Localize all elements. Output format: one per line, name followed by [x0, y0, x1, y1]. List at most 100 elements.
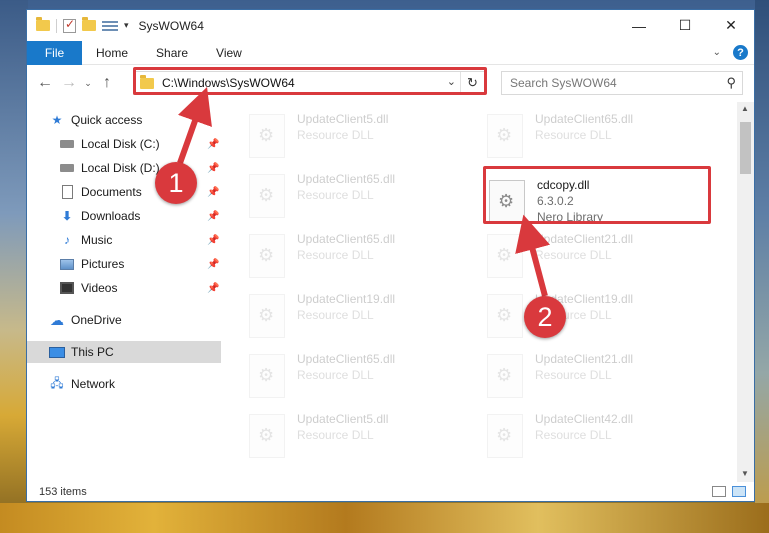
videos-icon	[59, 281, 75, 295]
search-icon[interactable]: ⚲	[726, 75, 736, 91]
cloud-icon: ☁	[50, 311, 64, 328]
sidebar-item-label: Local Disk (C:)	[81, 137, 160, 151]
window-title: SysWOW64	[138, 18, 204, 33]
file-name: UpdateClient65.dll	[297, 232, 396, 246]
list-item[interactable]: UpdateClient65.dll Resource DLL	[249, 352, 479, 402]
list-item[interactable]: UpdateClient21.dll Resource DLL	[487, 232, 717, 282]
new-folder-icon[interactable]	[82, 17, 96, 31]
sidebar-item-label: This PC	[71, 345, 114, 359]
dll-file-icon	[249, 414, 285, 458]
star-icon: ★	[51, 113, 63, 127]
file-name: UpdateClient42.dll	[535, 412, 634, 426]
forward-arrow-icon[interactable]: →	[57, 74, 81, 92]
folder-icon	[36, 17, 50, 31]
pin-icon[interactable]: 📌	[207, 235, 219, 246]
qat-dropdown-icon[interactable]: ▾	[124, 20, 129, 31]
sidebar-item-this-pc[interactable]: This PC	[27, 341, 221, 363]
ribbon-right-controls: ⌄ ?	[713, 45, 748, 60]
dll-file-icon	[249, 234, 285, 278]
sidebar-item-downloads[interactable]: ⬇ Downloads 📌	[27, 205, 221, 227]
dll-file-icon	[487, 414, 523, 458]
file-description: Resource DLL	[535, 428, 612, 442]
file-description: Resource DLL	[535, 368, 612, 382]
address-bar-highlight	[133, 67, 487, 95]
customize-toolbar-icon[interactable]	[102, 19, 118, 32]
close-button[interactable]: ✕	[708, 10, 754, 41]
large-icons-view-icon[interactable]	[732, 486, 746, 497]
sidebar-item-quick-access[interactable]: ★ Quick access	[27, 109, 221, 131]
sidebar-item-label: Documents	[81, 185, 142, 199]
file-description: Resource DLL	[535, 128, 612, 142]
sidebar-item-videos[interactable]: Videos 📌	[27, 277, 221, 299]
desktop-background-left	[0, 0, 28, 533]
list-item[interactable]: UpdateClient5.dll Resource DLL	[249, 412, 479, 462]
search-box[interactable]: Search SysWOW64 ⚲	[501, 71, 743, 95]
expand-ribbon-icon[interactable]: ⌄	[713, 47, 721, 58]
vertical-scrollbar[interactable]: ▲ ▼	[737, 102, 754, 482]
tab-view[interactable]: View	[202, 46, 256, 60]
sidebar-item-label: Network	[71, 377, 116, 391]
music-icon: ♪	[64, 233, 70, 247]
scroll-up-icon[interactable]: ▲	[741, 104, 749, 113]
sidebar-item-music[interactable]: ♪ Music 📌	[27, 229, 221, 251]
minimize-button[interactable]: —	[616, 10, 662, 41]
details-view-icon[interactable]	[712, 486, 726, 497]
file-name: UpdateClient5.dll	[297, 112, 389, 126]
dll-file-icon	[249, 354, 285, 398]
dll-file-icon	[487, 354, 523, 398]
step-badge-2: 2	[524, 296, 566, 338]
help-icon[interactable]: ?	[733, 45, 748, 60]
recent-locations-icon[interactable]: ⌄	[81, 78, 95, 89]
file-description: Resource DLL	[297, 308, 374, 322]
pin-icon[interactable]: 📌	[207, 283, 219, 294]
back-arrow-icon[interactable]: ←	[33, 74, 57, 92]
file-name: UpdateClient21.dll	[535, 352, 634, 366]
window-controls: — ☐ ✕	[616, 10, 754, 41]
pin-icon[interactable]: 📌	[207, 211, 219, 222]
list-item[interactable]: UpdateClient19.dllResource DLL	[487, 292, 717, 342]
sidebar-item-network[interactable]: 🖧 Network	[27, 373, 221, 395]
list-item[interactable]: UpdateClient65.dll Resource DLL	[487, 112, 717, 162]
pin-icon[interactable]: 📌	[207, 139, 219, 150]
scroll-down-icon[interactable]: ▼	[741, 469, 749, 478]
properties-check-icon[interactable]	[63, 17, 76, 33]
toolbar-divider	[56, 18, 57, 33]
step-badge-1: 1	[155, 162, 197, 204]
sidebar-item-label: Music	[81, 233, 113, 247]
up-arrow-icon[interactable]: ↑	[95, 74, 119, 92]
network-icon: 🖧	[50, 375, 64, 390]
dll-file-icon	[487, 294, 523, 338]
tab-share[interactable]: Share	[142, 46, 202, 60]
list-item[interactable]: UpdateClient65.dll Resource DLL	[249, 172, 479, 222]
file-highlight	[483, 166, 711, 224]
file-name: UpdateClient65.dll	[297, 352, 396, 366]
maximize-button[interactable]: ☐	[662, 10, 708, 41]
list-item[interactable]: UpdateClient65.dll Resource DLL	[249, 232, 479, 282]
sidebar-item-label: Pictures	[81, 257, 125, 271]
file-description: Resource DLL	[297, 368, 374, 382]
navigation-pane: ★ Quick access Local Disk (C:) 📌 Local D…	[27, 102, 221, 482]
list-item[interactable]: UpdateClient19.dll Resource DLL	[249, 292, 479, 342]
dll-file-icon	[249, 174, 285, 218]
scrollbar-thumb[interactable]	[740, 122, 751, 174]
search-input[interactable]: Search SysWOW64	[510, 76, 617, 90]
pin-icon[interactable]: 📌	[207, 259, 219, 270]
dll-file-icon	[487, 234, 523, 278]
list-item[interactable]: UpdateClient21.dll Resource DLL	[487, 352, 717, 402]
tab-file[interactable]: File	[27, 40, 82, 65]
file-description: Resource DLL	[297, 248, 374, 262]
pin-icon[interactable]: 📌	[207, 163, 219, 174]
file-name: UpdateClient5.dll	[297, 412, 389, 426]
file-name: UpdateClient19.dll	[297, 292, 396, 306]
list-item[interactable]: UpdateClient42.dll Resource DLL	[487, 412, 717, 462]
file-description: Resource DLL	[535, 248, 612, 262]
pin-icon[interactable]: 📌	[207, 187, 219, 198]
sidebar-item-onedrive[interactable]: ☁ OneDrive	[27, 309, 221, 331]
list-item[interactable]: UpdateClient5.dll Resource DLL	[249, 112, 479, 162]
file-description: Resource DLL	[297, 428, 374, 442]
sidebar-item-local-disk-c[interactable]: Local Disk (C:) 📌	[27, 133, 221, 155]
file-name: UpdateClient21.dll	[535, 232, 634, 246]
sidebar-item-pictures[interactable]: Pictures 📌	[27, 253, 221, 275]
tab-home[interactable]: Home	[82, 46, 142, 60]
computer-icon	[49, 345, 65, 359]
